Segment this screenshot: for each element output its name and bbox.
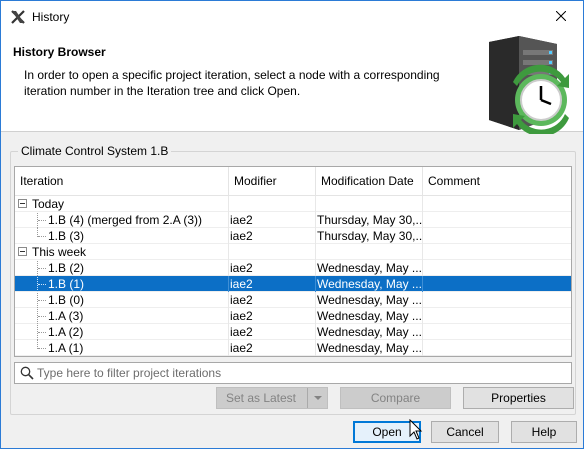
- mouse-cursor-icon: [409, 419, 423, 440]
- filter-input[interactable]: [37, 364, 567, 382]
- header-title: History Browser: [13, 45, 106, 59]
- table-row[interactable]: 1.A (1) iae2 Wednesday, May ...: [15, 340, 571, 356]
- window-title: History: [32, 9, 70, 24]
- modifier-cell: iae2: [229, 276, 316, 292]
- date-cell: Wednesday, May ...: [317, 308, 423, 324]
- iteration-cell: 1.B (2): [48, 261, 85, 275]
- project-name: Climate Control System 1.B: [18, 144, 172, 158]
- history-dialog: History History Browser In order to open…: [0, 0, 584, 449]
- app-icon: [10, 9, 26, 25]
- chevron-down-icon: [313, 395, 322, 400]
- table-row[interactable]: 1.A (2) iae2 Wednesday, May ...: [15, 324, 571, 340]
- comment-cell: [423, 324, 571, 340]
- date-cell: Wednesday, May ...: [317, 276, 423, 292]
- comment-cell: [423, 228, 571, 244]
- comment-cell: [423, 308, 571, 324]
- date-cell: Wednesday, May ...: [317, 324, 423, 340]
- cancel-button[interactable]: Cancel: [431, 421, 499, 443]
- table-row[interactable]: 1.B (0) iae2 Wednesday, May ...: [15, 292, 571, 308]
- date-cell: Wednesday, May ...: [317, 292, 423, 308]
- compare-button[interactable]: Compare: [340, 387, 451, 409]
- iteration-cell: 1.A (3): [48, 309, 84, 323]
- comment-cell: [423, 340, 571, 356]
- set-as-latest-label: Set as Latest: [225, 391, 297, 405]
- close-button[interactable]: [538, 1, 583, 31]
- group-label: This week: [32, 245, 87, 259]
- iteration-cell: 1.A (1): [48, 341, 84, 355]
- iteration-cell: 1.B (1): [48, 277, 85, 291]
- column-header-comment[interactable]: Comment: [423, 167, 571, 196]
- comment-cell: [423, 212, 571, 228]
- iteration-cell: 1.B (3): [48, 229, 85, 243]
- table-row[interactable]: 1.B (3) iae2 Thursday, May 30,...: [15, 228, 571, 244]
- comment-cell: [423, 276, 571, 292]
- set-as-latest-dropdown[interactable]: [307, 388, 327, 408]
- collapse-icon[interactable]: [18, 199, 27, 208]
- group-label: Today: [32, 197, 65, 211]
- server-clock-icon: [489, 36, 569, 134]
- column-header-iteration[interactable]: Iteration: [15, 167, 229, 196]
- tree-group-today[interactable]: Today: [15, 196, 571, 212]
- collapse-icon[interactable]: [18, 247, 27, 256]
- iteration-cell: 1.B (4) (merged from 2.A (3)): [48, 213, 203, 227]
- iteration-cell: 1.A (2): [48, 325, 84, 339]
- table-row[interactable]: 1.A (3) iae2 Wednesday, May ...: [15, 308, 571, 324]
- column-header-modifier[interactable]: Modifier: [229, 167, 316, 196]
- modifier-cell: iae2: [229, 340, 316, 356]
- modifier-cell: iae2: [229, 212, 316, 228]
- date-cell: Thursday, May 30,...: [317, 212, 423, 228]
- modifier-cell: iae2: [229, 228, 316, 244]
- tree-group-this-week[interactable]: This week: [15, 244, 571, 260]
- filter-field[interactable]: [14, 362, 572, 384]
- header-description: In order to open a specific project iter…: [24, 68, 440, 98]
- table-row[interactable]: 1.B (2) iae2 Wednesday, May ...: [15, 260, 571, 276]
- iteration-table: Iteration Modifier Modification Date Com…: [14, 166, 572, 357]
- modifier-cell: iae2: [229, 308, 316, 324]
- modifier-cell: iae2: [229, 324, 316, 340]
- search-icon: [20, 366, 34, 380]
- column-header-modification-date[interactable]: Modification Date: [316, 167, 423, 196]
- properties-button[interactable]: Properties: [463, 387, 574, 409]
- comment-cell: [423, 292, 571, 308]
- comment-cell: [423, 260, 571, 276]
- date-cell: Wednesday, May ...: [317, 260, 423, 276]
- date-cell: Wednesday, May ...: [317, 340, 423, 356]
- table-body: Today 1.B (4) (merged from 2.A (3)) iae2…: [15, 196, 571, 356]
- close-icon: [555, 11, 566, 21]
- header-banner: History Browser In order to open a speci…: [1, 32, 583, 134]
- modifier-cell: iae2: [229, 260, 316, 276]
- table-row[interactable]: 1.B (4) (merged from 2.A (3)) iae2 Thurs…: [15, 212, 571, 228]
- table-row-selected[interactable]: 1.B (1) iae2 Wednesday, May ...: [15, 276, 571, 292]
- iteration-cell: 1.B (0): [48, 293, 85, 307]
- table-header: Iteration Modifier Modification Date Com…: [15, 167, 571, 196]
- title-bar: History: [1, 1, 583, 32]
- modifier-cell: iae2: [229, 292, 316, 308]
- date-cell: Thursday, May 30,...: [317, 228, 423, 244]
- set-as-latest-button[interactable]: Set as Latest: [216, 387, 328, 409]
- help-button[interactable]: Help: [511, 421, 577, 443]
